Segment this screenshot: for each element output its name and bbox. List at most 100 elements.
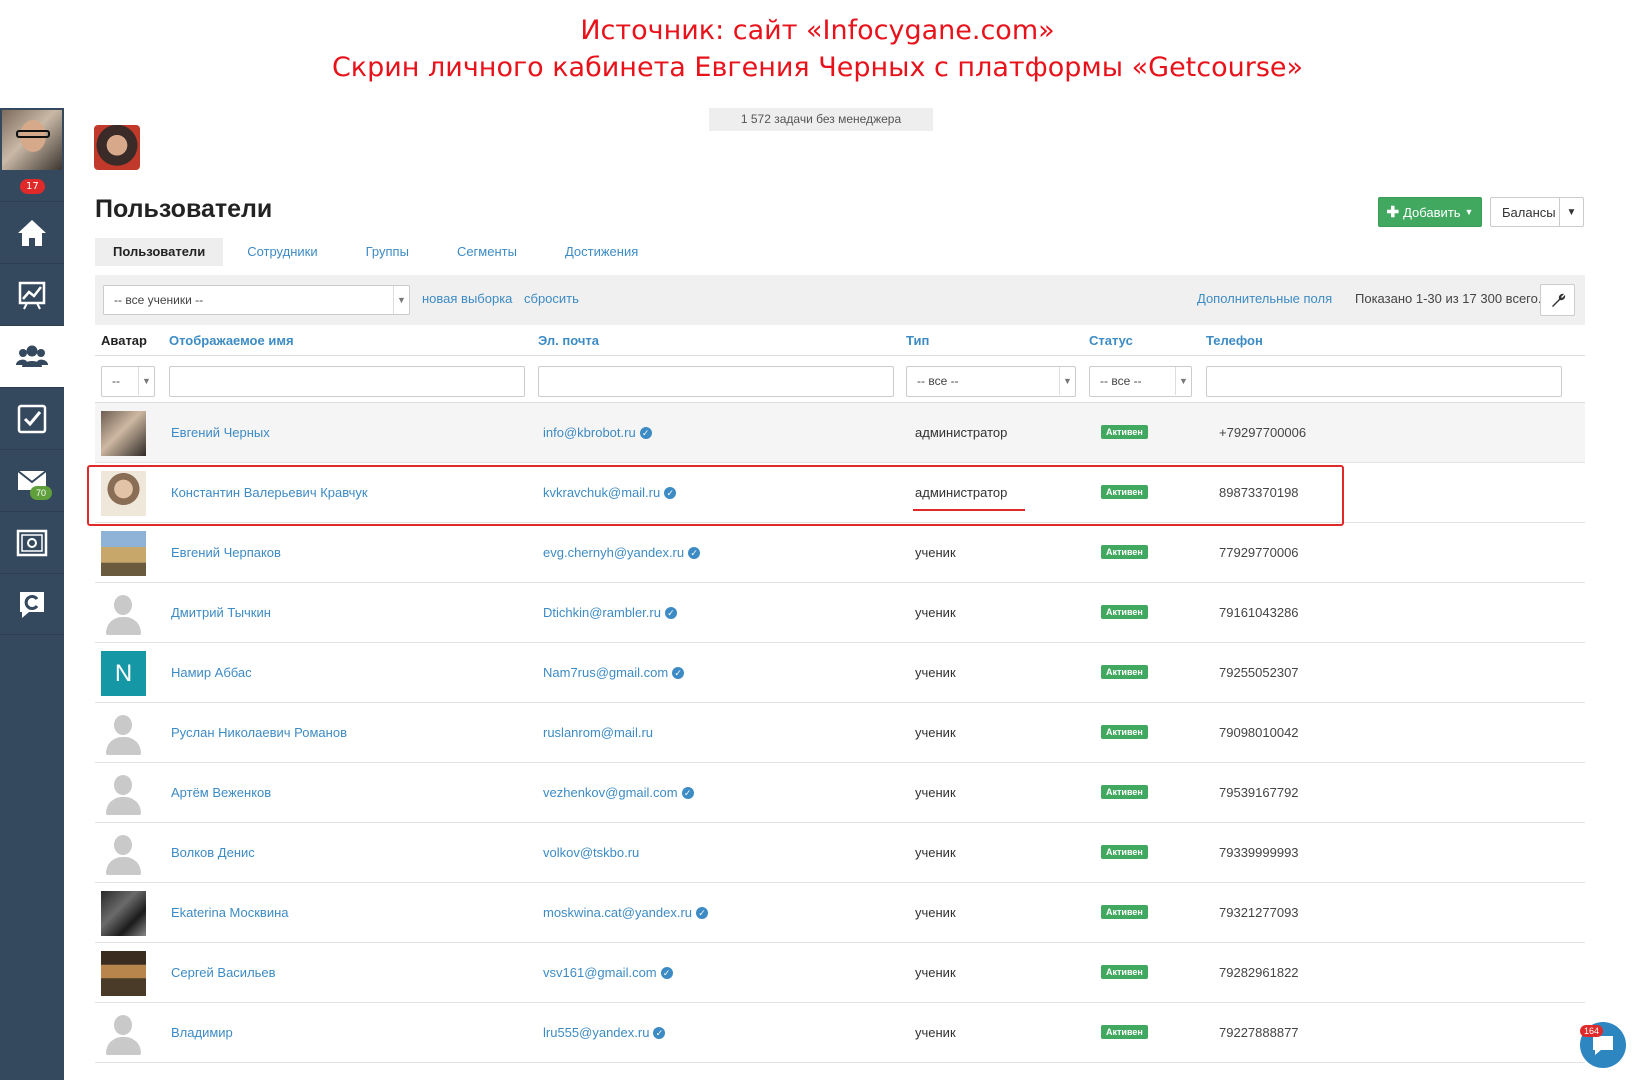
user-email-link[interactable]: evg.chernyh@yandex.ru ✓	[543, 545, 701, 560]
verified-check-icon: ✓	[672, 666, 685, 679]
segment-select[interactable]: -- все ученики -- ▼	[103, 285, 410, 315]
avatar[interactable]	[101, 411, 146, 456]
table-row[interactable]: Дмитрий Тычкин Dtichkin@rambler.ru ✓ ученик…	[95, 583, 1585, 643]
user-type: ученик	[915, 725, 956, 740]
table-row[interactable]: Волков Денис volkov@tskbo.ru ученик Активен…	[95, 823, 1585, 883]
sidebar-item-home[interactable]	[0, 201, 64, 263]
user-name-link[interactable]: Евгений Черпаков	[171, 545, 281, 560]
user-email-text: Dtichkin@rambler.ru	[543, 605, 661, 620]
status-badge: Активен	[1101, 665, 1148, 679]
user-name-link[interactable]: Волков Денис	[171, 845, 255, 860]
avatar[interactable]	[101, 951, 146, 996]
user-email-link[interactable]: info@kbrobot.ru ✓	[543, 425, 652, 440]
tab-achievements[interactable]: Достижения	[541, 238, 662, 266]
tasks-banner[interactable]: 1 572 задачи без менеджера	[709, 108, 933, 131]
avatar[interactable]	[101, 891, 146, 936]
user-name-link[interactable]: Ekaterina Москвина	[171, 905, 289, 920]
user-name-link[interactable]: Владимир	[171, 1025, 233, 1040]
status-filter-select[interactable]: -- все -- ▼	[1089, 366, 1192, 397]
sidebar-item-safe[interactable]	[0, 511, 64, 573]
balances-dropdown-toggle[interactable]: ▼	[1559, 198, 1583, 226]
header-phone[interactable]: Телефон	[1206, 333, 1263, 348]
avatar[interactable]	[101, 531, 146, 576]
user-phone: 79321277093	[1219, 905, 1299, 920]
header-type[interactable]: Тип	[906, 333, 929, 348]
sidebar-item-tasks[interactable]	[0, 387, 64, 449]
user-type: ученик	[915, 605, 956, 620]
type-filter-select[interactable]: -- все -- ▼	[906, 366, 1076, 397]
avatar-filter-select[interactable]: -- ▼	[101, 366, 155, 397]
phone-filter-input[interactable]	[1206, 366, 1562, 397]
user-name-link[interactable]: Дмитрий Тычкин	[171, 605, 271, 620]
user-email-link[interactable]: vsv161@gmail.com ✓	[543, 965, 673, 980]
user-email-link[interactable]: vezhenkov@gmail.com ✓	[543, 785, 694, 800]
name-filter-input[interactable]	[169, 366, 525, 397]
table-row[interactable]: N Намир Аббас Nam7rus@gmail.com ✓ ученик Акти…	[95, 643, 1585, 703]
user-avatar[interactable]	[94, 125, 140, 170]
verified-check-icon: ✓	[664, 606, 677, 619]
user-email-link[interactable]: Nam7rus@gmail.com ✓	[543, 665, 685, 680]
chat-badge: 164	[1580, 1025, 1604, 1037]
user-email-text: ruslanrom@mail.ru	[543, 725, 653, 740]
caption-line-2: Скрин личного кабинета Евгения Черных с …	[331, 52, 1304, 83]
user-name-link[interactable]: Намир Аббас	[171, 665, 252, 680]
caret-down-icon: ▼	[1175, 367, 1191, 395]
table-row[interactable]: Артём Веженков vezhenkov@gmail.com ✓ ученик…	[95, 763, 1585, 823]
table-row[interactable]: Владимир lru555@yandex.ru ✓ ученик Активен 79…	[95, 1003, 1585, 1063]
tab-groups[interactable]: Группы	[342, 238, 433, 266]
avatar-placeholder[interactable]	[101, 831, 146, 876]
user-email-link[interactable]: moskwina.cat@yandex.ru ✓	[543, 905, 709, 920]
sidebar-item-users[interactable]	[0, 325, 64, 387]
user-name-link[interactable]: Артём Веженков	[171, 785, 271, 800]
highlight-underline	[913, 509, 1025, 511]
caret-down-icon: ▼	[393, 286, 409, 314]
tab-employees[interactable]: Сотрудники	[223, 238, 341, 266]
user-name-link[interactable]: Евгений Черных	[171, 425, 270, 440]
balances-button[interactable]: Балансы ▼	[1490, 197, 1584, 227]
header-status[interactable]: Статус	[1089, 333, 1133, 348]
header-name[interactable]: Отображаемое имя	[169, 333, 294, 348]
table-row[interactable]: Сергей Васильев vsv161@gmail.com ✓ ученик Ак…	[95, 943, 1585, 1003]
page-title: Пользователи	[95, 195, 273, 223]
tab-users[interactable]: Пользователи	[95, 238, 224, 266]
chart-icon	[18, 281, 46, 309]
user-name-link[interactable]: Сергей Васильев	[171, 965, 276, 980]
new-selection-link[interactable]: новая выборка	[422, 291, 512, 306]
sidebar-avatar[interactable]	[2, 110, 62, 170]
avatar-placeholder[interactable]	[101, 771, 146, 816]
table-row[interactable]: Руслан Николаевич Романов ruslanrom@mail.…	[95, 703, 1585, 763]
email-filter-input[interactable]	[538, 366, 894, 397]
verified-check-icon: ✓	[660, 966, 673, 979]
avatar-placeholder[interactable]	[101, 591, 146, 636]
home-icon	[18, 219, 46, 246]
user-type: ученик	[915, 785, 956, 800]
table-row[interactable]: Евгений Черпаков evg.chernyh@yandex.ru ✓ уч…	[95, 523, 1585, 583]
source-caption: Источник: сайт «Infocygane.com» Скрин ли…	[0, 12, 1635, 86]
user-email-link[interactable]: Dtichkin@rambler.ru ✓	[543, 605, 677, 620]
user-name-link[interactable]: Руслан Николаевич Романов	[171, 725, 347, 740]
user-email-link[interactable]: lru555@yandex.ru ✓	[543, 1025, 666, 1040]
user-email-link[interactable]: ruslanrom@mail.ru	[543, 725, 653, 740]
sidebar: 17 70	[0, 108, 64, 1080]
sidebar-item-analytics[interactable]	[0, 263, 64, 325]
user-email-link[interactable]: volkov@tskbo.ru	[543, 845, 639, 860]
sidebar-item-getcourse[interactable]	[0, 573, 64, 635]
status-badge: Активен	[1101, 905, 1148, 919]
extra-fields-link[interactable]: Дополнительные поля	[1197, 291, 1332, 306]
reset-link[interactable]: сбросить	[524, 291, 579, 306]
table-row[interactable]: Ekaterina Москвина moskwina.cat@yandex.ru…	[95, 883, 1585, 943]
avatar-placeholder[interactable]	[101, 1011, 146, 1056]
table-row[interactable]: Евгений Черных info@kbrobot.ru ✓ администра…	[95, 403, 1585, 463]
status-badge: Активен	[1101, 845, 1148, 859]
add-button[interactable]: ✚ Добавить ▼	[1378, 197, 1482, 227]
tab-segments[interactable]: Сегменты	[433, 238, 541, 266]
avatar[interactable]: N	[101, 651, 146, 696]
avatar-placeholder[interactable]	[101, 711, 146, 756]
status-filter-value: -- все --	[1100, 374, 1142, 388]
highlight-box	[87, 465, 1344, 526]
settings-button[interactable]	[1540, 284, 1575, 316]
header-email[interactable]: Эл. почта	[538, 333, 599, 348]
sidebar-item-mail[interactable]: 70	[0, 449, 64, 511]
user-phone: 77929770006	[1219, 545, 1299, 560]
caption-line-1: Источник: сайт «Infocygane.com»	[580, 15, 1055, 46]
